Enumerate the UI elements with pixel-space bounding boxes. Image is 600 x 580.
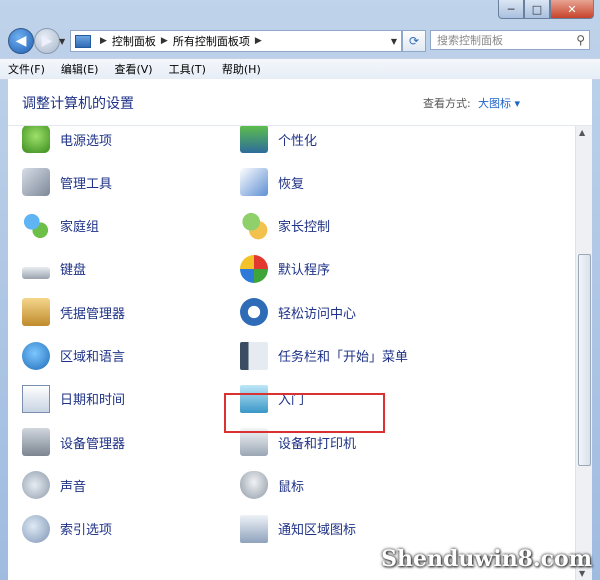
search-icon[interactable]: ⚲ [576,33,585,47]
item-label: 恢复 [278,176,305,192]
item-label: 键盘 [60,263,87,279]
list-item[interactable]: 家庭组 [22,211,99,241]
item-label: 个性化 [278,133,318,149]
breadcrumb-control-panel[interactable]: 控制面板 [112,33,156,49]
list-item[interactable]: 日期和时间 [22,384,125,414]
menu-view[interactable]: 查看(V) [106,61,160,77]
item-label: 凭据管理器 [60,306,126,322]
breadcrumb-all-items[interactable]: 所有控制面板项 [173,33,250,49]
minimize-button[interactable]: ─ [498,0,524,19]
breadcrumb-arrow-icon[interactable]: ▶ [255,36,262,46]
device-manager-icon [22,428,50,457]
default-programs-icon [240,254,268,283]
recovery-icon [240,168,268,197]
maximize-button[interactable]: □ [524,0,550,19]
indexing-options-icon [22,514,50,543]
power-options-icon [22,126,50,153]
list-item[interactable]: 声音 [22,470,86,500]
personalization-icon [240,126,268,153]
item-label: 家庭组 [60,220,100,236]
address-field[interactable]: ▶ 控制面板 ▶ 所有控制面板项 ▶ ▼ [70,30,402,52]
menu-tools[interactable]: 工具(T) [161,61,214,77]
content-pane: 调整计算机的设置 查看方式: 大图标 ▾ 电源选项管理工具家庭组键盘凭据管理器区… [8,79,592,580]
search-placeholder: 搜索控制面板 [437,34,503,47]
breadcrumb-arrow-icon[interactable]: ▶ [100,36,107,46]
control-panel-items: 电源选项管理工具家庭组键盘凭据管理器区域和语言日期和时间设备管理器声音索引选项 个… [8,126,576,580]
credential-manager-icon [22,298,50,327]
keyboard-icon [22,266,50,279]
item-label: 声音 [60,479,87,495]
list-item[interactable]: 管理工具 [22,167,112,197]
scroll-up-arrow[interactable]: ▲ [579,128,585,137]
scrollbar-thumb[interactable] [578,254,591,466]
view-by-label: 查看方式: [423,97,471,110]
list-item[interactable]: 家长控制 [240,211,330,241]
item-label: 默认程序 [278,263,331,279]
list-item[interactable]: 鼠标 [240,470,304,500]
forward-button[interactable]: ▶ [34,28,60,54]
notification-area-icon [240,514,268,543]
list-item[interactable]: 凭据管理器 [22,297,125,327]
list-item[interactable]: 索引选项 [22,514,112,544]
list-item[interactable]: 键盘 [22,254,86,284]
content-header: 调整计算机的设置 查看方式: 大图标 ▾ [8,79,592,126]
item-label: 鼠标 [278,479,305,495]
list-item[interactable]: 通知区域图标 [240,514,356,544]
page-title: 调整计算机的设置 [22,96,134,112]
region-language-icon [22,341,50,370]
title-bar: ─ □ ✕ [0,0,600,22]
item-label: 设备和打印机 [278,436,357,452]
parental-controls-icon [240,211,268,240]
list-item[interactable]: 默认程序 [240,254,330,284]
search-input[interactable]: 搜索控制面板 ⚲ [430,30,590,50]
item-label: 电源选项 [60,133,113,149]
list-item[interactable]: 恢复 [240,167,304,197]
breadcrumb-arrow-icon[interactable]: ▶ [161,36,168,46]
menu-help[interactable]: 帮助(H) [214,61,269,77]
vertical-scrollbar[interactable]: ▲ ▼ [575,126,592,580]
recent-pages-dropdown[interactable]: ▼ [59,37,65,46]
item-label: 日期和时间 [60,393,126,409]
item-label: 区域和语言 [60,350,126,365]
address-bar: ◀ ▶ ▼ ▶ 控制面板 ▶ 所有控制面板项 ▶ ▼ ⟳ 搜索控制面板 ⚲ [0,24,600,58]
ease-of-access-icon [240,298,268,327]
close-button[interactable]: ✕ [550,0,594,19]
list-item[interactable]: 轻松访问中心 [240,297,356,327]
item-label: 通知区域图标 [278,523,357,539]
menu-file[interactable]: 文件(F) [0,61,53,77]
mouse-icon [240,471,268,500]
item-label: 索引选项 [60,523,113,539]
list-item[interactable]: 任务栏和「开始」菜单 [240,341,408,371]
date-time-icon [22,384,50,413]
item-label: 家长控制 [278,220,331,236]
homegroup-icon [22,211,50,240]
menu-bar: 文件(F) 编辑(E) 查看(V) 工具(T) 帮助(H) [0,58,600,80]
list-item[interactable]: 设备管理器 [22,427,125,457]
back-button[interactable]: ◀ [8,28,34,54]
item-label: 任务栏和「开始」菜单 [278,350,409,365]
menu-edit[interactable]: 编辑(E) [53,61,107,77]
list-item[interactable]: 区域和语言 [22,341,125,371]
control-panel-window: ─ □ ✕ ◀ ▶ ▼ ▶ 控制面板 ▶ 所有控制面板项 ▶ ▼ ⟳ 搜索控制面… [0,0,600,580]
item-label: 轻松访问中心 [278,306,357,322]
list-item[interactable]: 电源选项 [22,126,112,154]
taskbar-start-menu-icon [240,341,268,370]
highlight-box [224,393,385,433]
address-dropdown-icon[interactable]: ▼ [391,37,397,46]
item-label: 管理工具 [60,176,113,192]
item-label: 设备管理器 [60,436,126,452]
watermark: Shenduwin8.com [381,546,592,572]
sound-icon [22,471,50,500]
admin-tools-icon [22,168,50,197]
view-by-dropdown[interactable]: 大图标 ▾ [478,95,520,111]
control-panel-icon [75,34,91,48]
list-item[interactable]: 个性化 [240,126,317,154]
refresh-button[interactable]: ⟳ [402,30,426,52]
